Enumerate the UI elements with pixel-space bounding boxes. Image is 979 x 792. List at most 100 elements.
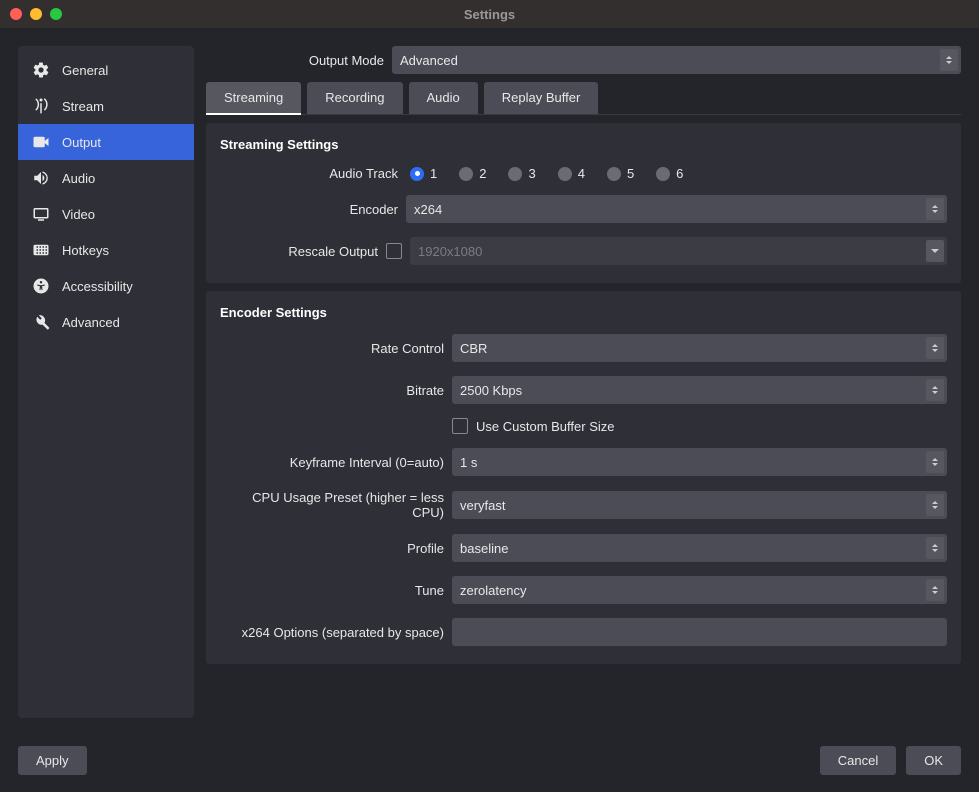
footer: Apply Cancel OK [0,736,979,792]
bitrate-label: Bitrate [220,383,444,398]
tune-label: Tune [220,583,444,598]
x264-options-input[interactable] [452,618,947,646]
radio-icon [656,167,670,181]
profile-label: Profile [220,541,444,556]
caret-down-icon [926,240,944,262]
accessibility-icon [32,277,50,295]
radio-icon [508,167,522,181]
radio-icon [410,167,424,181]
rate-control-select[interactable]: CBR [452,334,947,362]
encoder-value: x264 [414,202,442,217]
output-tabs: Streaming Recording Audio Replay Buffer [206,82,961,115]
encoder-settings-panel: Encoder Settings Rate Control CBR Bitrat… [206,291,961,664]
rate-control-label: Rate Control [220,341,444,356]
minimize-window-button[interactable] [30,8,42,20]
monitor-icon [32,205,50,223]
tools-icon [32,313,50,331]
camera-icon [32,133,50,151]
titlebar: Settings [0,0,979,28]
profile-select[interactable]: baseline [452,534,947,562]
keyframe-label: Keyframe Interval (0=auto) [220,455,444,470]
sidebar: General Stream Output Audio Video [18,46,194,718]
encoder-settings-title: Encoder Settings [220,305,947,320]
tab-audio[interactable]: Audio [409,82,478,114]
sidebar-item-label: General [62,63,108,78]
sidebar-item-label: Video [62,207,95,222]
tab-recording[interactable]: Recording [307,82,402,114]
stepper-icon [926,537,944,559]
radio-icon [459,167,473,181]
x264-options-label: x264 Options (separated by space) [220,625,444,640]
sidebar-item-label: Audio [62,171,95,186]
stepper-icon [926,579,944,601]
sidebar-item-hotkeys[interactable]: Hotkeys [18,232,194,268]
stepper-icon [926,451,944,473]
custom-buffer-checkbox-row[interactable]: Use Custom Buffer Size [452,418,614,434]
output-mode-select[interactable]: Advanced [392,46,961,74]
stepper-icon [940,49,958,71]
sidebar-item-accessibility[interactable]: Accessibility [18,268,194,304]
cpu-preset-label: CPU Usage Preset (higher = less CPU) [220,490,444,520]
custom-buffer-row: Use Custom Buffer Size [220,418,947,434]
streaming-settings-title: Streaming Settings [220,137,947,152]
custom-buffer-checkbox[interactable] [452,418,468,434]
content-area: Output Mode Advanced Streaming Recording… [206,46,961,718]
rate-control-row: Rate Control CBR [220,334,947,362]
output-mode-row: Output Mode Advanced [206,46,961,74]
sidebar-item-label: Hotkeys [62,243,109,258]
audio-track-1[interactable]: 1 [410,166,437,181]
audio-track-radio-group: 1 2 3 4 5 6 [406,166,683,181]
keyboard-icon [32,241,50,259]
radio-icon [607,167,621,181]
sidebar-item-label: Accessibility [62,279,133,294]
audio-track-2[interactable]: 2 [459,166,486,181]
stepper-icon [926,337,944,359]
rescale-checkbox[interactable] [386,243,402,259]
rescale-label: Rescale Output [220,244,378,259]
encoder-label: Encoder [220,202,398,217]
sidebar-item-audio[interactable]: Audio [18,160,194,196]
keyframe-spinner[interactable]: 1 s [452,448,947,476]
window-controls [0,8,62,20]
stepper-icon [926,198,944,220]
sidebar-item-general[interactable]: General [18,52,194,88]
tab-replay-buffer[interactable]: Replay Buffer [484,82,599,114]
cpu-preset-select[interactable]: veryfast [452,491,947,519]
sidebar-item-output[interactable]: Output [18,124,194,160]
audio-track-3[interactable]: 3 [508,166,535,181]
tune-select[interactable]: zerolatency [452,576,947,604]
profile-row: Profile baseline [220,534,947,562]
bitrate-spinner[interactable]: 2500 Kbps [452,376,947,404]
close-window-button[interactable] [10,8,22,20]
audio-track-4[interactable]: 4 [558,166,585,181]
stepper-icon [926,494,944,516]
rescale-select: 1920x1080 [410,237,947,265]
stepper-icon [926,379,944,401]
rescale-value: 1920x1080 [418,244,482,259]
cpu-preset-row: CPU Usage Preset (higher = less CPU) ver… [220,490,947,520]
window-title: Settings [0,7,979,22]
rescale-row: Rescale Output 1920x1080 [220,237,947,265]
sidebar-item-stream[interactable]: Stream [18,88,194,124]
radio-icon [558,167,572,181]
audio-track-5[interactable]: 5 [607,166,634,181]
sidebar-item-advanced[interactable]: Advanced [18,304,194,340]
speaker-icon [32,169,50,187]
bitrate-row: Bitrate 2500 Kbps [220,376,947,404]
encoder-select[interactable]: x264 [406,195,947,223]
audio-track-row: Audio Track 1 2 3 4 5 6 [220,166,947,181]
sidebar-item-label: Output [62,135,101,150]
antenna-icon [32,97,50,115]
encoder-row: Encoder x264 [220,195,947,223]
cancel-button[interactable]: Cancel [820,746,896,775]
ok-button[interactable]: OK [906,746,961,775]
audio-track-6[interactable]: 6 [656,166,683,181]
tune-row: Tune zerolatency [220,576,947,604]
streaming-settings-panel: Streaming Settings Audio Track 1 2 3 4 5… [206,123,961,283]
apply-button[interactable]: Apply [18,746,87,775]
sidebar-item-video[interactable]: Video [18,196,194,232]
tab-streaming[interactable]: Streaming [206,82,301,115]
custom-buffer-label: Use Custom Buffer Size [476,419,614,434]
sidebar-item-label: Stream [62,99,104,114]
maximize-window-button[interactable] [50,8,62,20]
